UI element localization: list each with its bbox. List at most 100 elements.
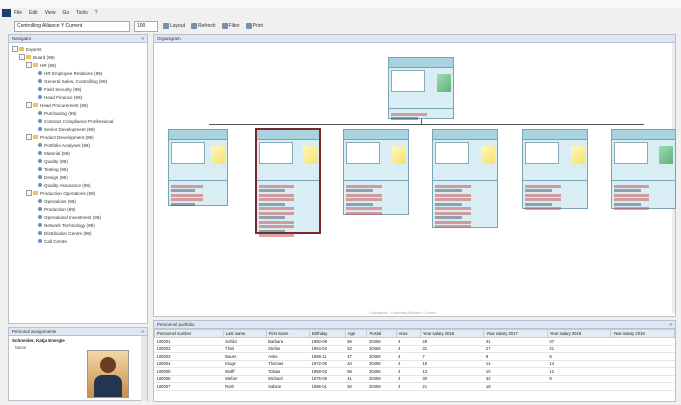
tree-node[interactable]: Distribution Centre (99) (12, 229, 144, 237)
filter-button[interactable]: Filter (221, 22, 241, 31)
layout-button[interactable]: Layout (162, 22, 186, 31)
table-row[interactable]: 100007 Roth Sabine 1966-01 50 30459 4 21 18 (154, 382, 675, 391)
tree-node[interactable]: Operations (99) (12, 197, 144, 205)
expand-toggle-icon[interactable]: − (26, 62, 32, 68)
table-cell: Stefan (266, 345, 310, 353)
menu-item[interactable]: ? (95, 10, 98, 16)
tree-node[interactable]: Head Finance (99) (12, 93, 144, 101)
column-header[interactable]: Area (395, 329, 421, 338)
tree-node[interactable]: Network Technology (99) (12, 221, 144, 229)
tree-node[interactable]: Quality Assurance (99) (12, 181, 144, 189)
column-header[interactable]: First name (265, 329, 311, 338)
org-card-line (171, 198, 204, 201)
table-cell: 30459 (366, 382, 397, 391)
menu-item[interactable]: File (14, 10, 22, 16)
menu-item[interactable]: Edit (29, 10, 38, 16)
expand-toggle-icon[interactable] (33, 207, 37, 211)
expand-toggle-icon[interactable]: − (26, 190, 32, 196)
org-unit-card[interactable] (522, 129, 588, 210)
tree-node[interactable]: − Production Operations (99) (12, 189, 144, 197)
org-combo[interactable]: Controlling Alliance Y Current (14, 20, 130, 32)
tree-node[interactable]: Purchasing (99) (12, 109, 144, 117)
tree-node[interactable]: Contract Compliance Professional (12, 117, 144, 125)
column-header[interactable]: Birthday (309, 329, 346, 338)
menu-item[interactable]: Go (62, 10, 69, 16)
expand-toggle-icon[interactable] (33, 119, 37, 123)
expand-toggle-icon[interactable] (33, 127, 37, 131)
close-icon[interactable]: × (141, 329, 144, 334)
table-cell: 30459 (366, 345, 397, 353)
menu-item[interactable]: Tools (76, 10, 88, 16)
tree-node[interactable]: General Sales, Controlling (99) (12, 77, 144, 85)
table-row[interactable]: 100001 Schild Barbara 1960-08 56 30459 4 48 41 37 (154, 337, 675, 346)
zoom-combo[interactable]: 100 (134, 20, 158, 32)
tree-node[interactable]: − HR (99) (12, 61, 144, 69)
expand-toggle-icon[interactable] (33, 231, 37, 235)
table-row[interactable]: 100002 Thiel Stefan 1964-03 52 30459 4 31 27 21 (154, 345, 675, 353)
org-card-lines (433, 181, 497, 232)
table-row[interactable]: 100004 Kluge Thomas 1972-05 44 30459 4 18 14 14 (154, 360, 675, 368)
column-header[interactable]: Postal (366, 329, 397, 338)
expand-toggle-icon[interactable] (33, 111, 37, 115)
table-cell: 1975-09 (309, 375, 346, 383)
column-header[interactable]: Age (344, 329, 368, 338)
expand-toggle-icon[interactable]: − (26, 134, 32, 140)
column-header[interactable]: Last name (222, 329, 267, 338)
tree-node[interactable]: − Head Procurement (99) (12, 101, 144, 109)
expand-toggle-icon[interactable]: − (26, 102, 32, 108)
tree-node[interactable]: − Experts (12, 45, 144, 53)
org-card-line (435, 184, 471, 188)
close-icon[interactable]: × (141, 36, 144, 41)
org-unit-card[interactable] (255, 128, 321, 237)
org-unit-card[interactable] (432, 129, 498, 228)
tree-node[interactable]: HR Employee Relations (99) (12, 69, 144, 77)
expand-toggle-icon[interactable] (33, 79, 37, 83)
expand-toggle-icon[interactable] (33, 175, 37, 179)
tree-node[interactable]: Operational Investment (99) (12, 213, 144, 221)
tree-node[interactable]: Testing (99) (12, 165, 144, 173)
column-header[interactable]: Personnel number (154, 329, 224, 338)
expand-toggle-icon[interactable] (33, 151, 37, 155)
org-unit-card[interactable] (611, 129, 676, 210)
close-icon[interactable]: × (669, 322, 672, 327)
refresh-button[interactable]: Refresh (190, 22, 217, 31)
print-button[interactable]: Print (245, 22, 264, 31)
expand-toggle-icon[interactable] (33, 87, 37, 91)
expand-toggle-icon[interactable] (33, 215, 37, 219)
column-header[interactable]: Year salary 2018 (546, 329, 612, 338)
expand-toggle-icon[interactable]: − (19, 54, 25, 60)
expand-toggle-icon[interactable] (33, 95, 37, 99)
tree-node[interactable]: − Product Development (99) (12, 133, 144, 141)
org-unit-card[interactable] (343, 129, 409, 215)
tree-node[interactable]: Quality (99) (12, 157, 144, 165)
expand-toggle-icon[interactable] (33, 223, 37, 227)
tree-node[interactable]: Design (99) (12, 173, 144, 181)
details-scrollbar[interactable] (141, 336, 147, 401)
expand-toggle-icon[interactable] (33, 167, 37, 171)
column-header[interactable]: Year salary 2019 (610, 329, 675, 338)
expand-toggle-icon[interactable] (33, 159, 37, 163)
tree-node[interactable]: Call Centre (12, 237, 144, 245)
org-card-line (391, 112, 427, 116)
expand-toggle-icon[interactable]: − (12, 46, 18, 52)
table-row[interactable]: 100006 Weber Michael 1975-09 41 30459 4 30 32 9 (154, 375, 675, 383)
tree-node[interactable]: Senior Development (99) (12, 125, 144, 133)
org-unit-card[interactable] (168, 129, 228, 206)
column-header[interactable]: Year salary 2016 (419, 329, 485, 338)
column-header[interactable]: Year salary 2017 (483, 329, 548, 338)
table-row[interactable]: 100003 Bauer Anke 1969-11 47 30459 4 7 9 8 (154, 352, 675, 361)
tree-node[interactable]: − Board (99) (12, 53, 144, 61)
tree-node[interactable]: Field Security (99) (12, 85, 144, 93)
expand-toggle-icon[interactable] (33, 239, 37, 243)
tree-node[interactable]: Material (99) (12, 149, 144, 157)
menu-item[interactable]: View (45, 10, 56, 16)
tree-node[interactable]: Portfolio Analyses (99) (12, 141, 144, 149)
expand-toggle-icon[interactable] (33, 199, 37, 203)
expand-toggle-icon[interactable] (33, 71, 37, 75)
org-unit-card[interactable] (388, 57, 454, 120)
tree-node[interactable]: Production (99) (12, 205, 144, 213)
table-row[interactable]: 100005 Wolff Tobias 1958-02 58 30459 4 13 10 12 (154, 367, 675, 376)
org-card-line (259, 225, 294, 228)
expand-toggle-icon[interactable] (33, 183, 37, 187)
expand-toggle-icon[interactable] (33, 143, 37, 147)
